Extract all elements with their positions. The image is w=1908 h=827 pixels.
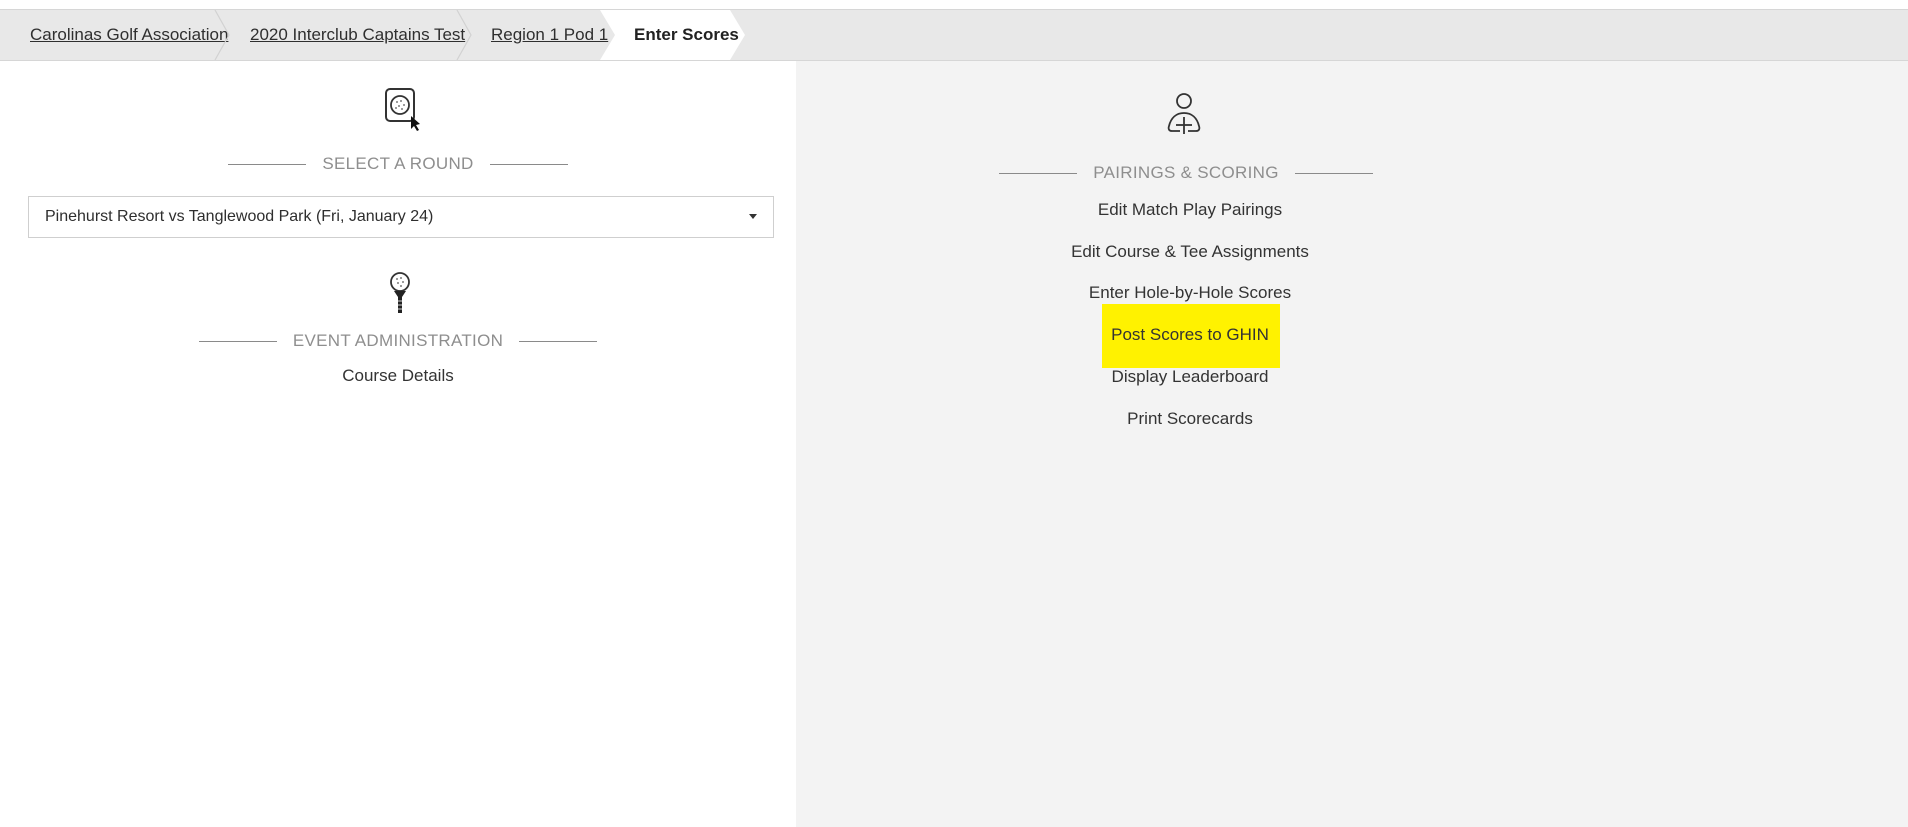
divider xyxy=(999,172,1078,174)
course-details-link[interactable]: Course Details xyxy=(342,366,454,386)
breadcrumb-interclub-captains-test[interactable]: 2020 Interclub Captains Test xyxy=(250,10,465,60)
pairings-scoring-heading: PAIRINGS & SCORING xyxy=(796,162,1576,184)
breadcrumb-enter-scores: Enter Scores xyxy=(634,25,739,44)
breadcrumb-separator-icon xyxy=(456,10,472,60)
pairings-scoring-label: PAIRINGS & SCORING xyxy=(1093,163,1279,182)
post-scores-to-ghin-link[interactable]: Post Scores to GHIN xyxy=(1111,325,1269,345)
divider xyxy=(519,340,598,342)
divider xyxy=(1294,172,1373,174)
divider xyxy=(198,340,277,342)
golf-ball-cursor-icon xyxy=(385,88,420,131)
round-select-value: Pinehurst Resort vs Tanglewood Park (Fri… xyxy=(45,208,434,225)
right-panel: PAIRINGS & SCORING Edit Match Play Pairi… xyxy=(796,61,1908,827)
enter-hole-by-hole-scores-link[interactable]: Enter Hole-by-Hole Scores xyxy=(1089,283,1291,303)
breadcrumb: Carolinas Golf Association 2020 Interclu… xyxy=(0,9,1908,61)
event-administration-heading: EVENT ADMINISTRATION xyxy=(0,330,796,352)
left-panel: SELECT A ROUND Pinehurst Resort vs Tangl… xyxy=(0,61,796,827)
divider xyxy=(489,163,568,165)
display-leaderboard-link[interactable]: Display Leaderboard xyxy=(1112,367,1269,387)
chevron-down-icon xyxy=(749,214,757,219)
select-a-round-label: SELECT A ROUND xyxy=(322,154,474,173)
edit-match-play-pairings-link[interactable]: Edit Match Play Pairings xyxy=(1098,200,1282,220)
breadcrumb-region-pod[interactable]: Region 1 Pod 1 xyxy=(491,10,608,60)
breadcrumb-carolinas-golf-association[interactable]: Carolinas Golf Association xyxy=(30,10,228,60)
print-scorecards-link[interactable]: Print Scorecards xyxy=(1127,409,1253,429)
select-a-round-heading: SELECT A ROUND xyxy=(0,153,796,175)
edit-course-tee-assignments-link[interactable]: Edit Course & Tee Assignments xyxy=(1071,242,1309,262)
add-person-icon xyxy=(1167,93,1201,134)
round-select[interactable]: Pinehurst Resort vs Tanglewood Park (Fri… xyxy=(28,196,774,238)
golf-tee-icon xyxy=(390,272,410,313)
event-administration-label: EVENT ADMINISTRATION xyxy=(292,331,504,350)
divider xyxy=(228,163,307,165)
breadcrumb-separator-icon xyxy=(214,10,230,60)
